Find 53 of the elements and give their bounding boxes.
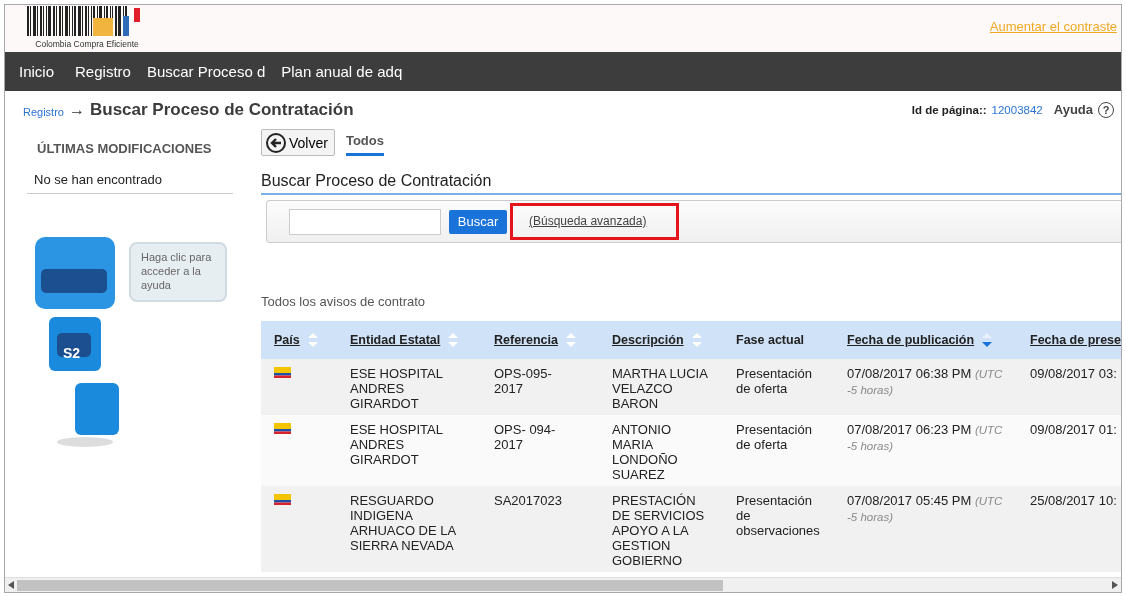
nav-item[interactable]: Inicio <box>19 63 55 80</box>
column-header[interactable]: Referencia <box>494 332 558 347</box>
flag-icon <box>274 367 291 378</box>
horizontal-scrollbar[interactable] <box>5 577 1121 592</box>
mascot-label: S2 <box>63 345 81 361</box>
table-cell: Presentación de oferta <box>736 422 812 452</box>
breadcrumb-arrow: → <box>68 100 85 119</box>
table-cell: 07/08/2017 05:45 PM (UTC -5 horas) <box>847 493 1003 524</box>
section-title: Buscar Proceso de Contratación <box>261 172 1121 195</box>
search-button[interactable]: Buscar <box>449 209 507 234</box>
page-id-label: Id de página:: <box>911 103 987 116</box>
list-title: Todos los avisos de contrato <box>261 294 427 309</box>
page-id-value: 12003842 <box>991 103 1043 116</box>
table-cell: MARTHA LUCIA VELAZCO BARON <box>612 366 708 411</box>
sort-icon[interactable] <box>982 333 993 348</box>
nav-item[interactable]: Buscar Proceso d <box>146 63 266 80</box>
table-cell: RESGUARDO INDIGENA ARHUACO DE LA SIERRA NEVADA <box>350 493 456 553</box>
speech-bubble[interactable]: Haga clic para acceder a la ayuda <box>129 242 227 302</box>
nav-item[interactable]: Plan anual de adq <box>281 63 403 80</box>
table-cell: ANTONIO MARIA LONDOÑO SUAREZ <box>612 422 678 482</box>
back-button[interactable]: Volver <box>261 129 335 156</box>
flag-icon <box>274 494 291 505</box>
column-header: Fase actual <box>736 333 805 347</box>
table-cell: 09/08/2017 01: <box>1030 422 1117 437</box>
scroll-thumb[interactable] <box>17 579 723 591</box>
column-header: Fecha de prese <box>1030 333 1121 347</box>
table-cell: 07/08/2017 06:38 PM (UTC -5 horas) <box>847 366 1003 397</box>
page-title: Buscar Proceso de Contratación <box>89 99 354 120</box>
logo-text: Colombia Compra Eficiente <box>35 39 139 49</box>
table-cell: Presentación de oferta <box>736 366 812 396</box>
breadcrumb-link[interactable]: Registro <box>23 105 64 118</box>
help-link[interactable]: Ayuda <box>1053 102 1093 117</box>
search-field[interactable] <box>289 208 441 235</box>
table-cell: 09/08/2017 03: <box>1030 366 1117 381</box>
table-cell: OPS- 094-2017 <box>494 422 556 452</box>
table-cell: 25/08/2017 10: <box>1030 493 1117 508</box>
table-cell: PRESTACIÓN DE SERVICIOS APOYO A LA GESTION GOBIERNO <box>612 493 705 568</box>
advanced-search-link[interactable]: (Búsqueda avanzada) <box>529 214 647 228</box>
table-cell: ESE HOSPITAL ANDRES GIRARDOT <box>350 366 443 411</box>
column-header[interactable]: Entidad Estatal <box>350 332 441 347</box>
table-cell: 07/08/2017 06:23 PM (UTC -5 horas) <box>847 422 1003 453</box>
empty-message: No se han encontrado <box>27 156 233 194</box>
column-header[interactable]: Descripción <box>612 332 684 347</box>
table-cell: Presentación de observaciones <box>736 493 820 538</box>
table-cell: ESE HOSPITAL ANDRES GIRARDOT <box>350 422 443 467</box>
flag-icon <box>274 423 291 434</box>
tab[interactable]: Todos <box>345 133 384 156</box>
sidebar-title: ÚLTIMAS MODIFICACIONES <box>36 140 213 156</box>
table-cell: SA2017023 <box>494 493 562 508</box>
column-header[interactable]: País <box>274 332 300 347</box>
column-header[interactable]: Fecha de publicación <box>847 332 975 347</box>
nav-item[interactable]: Registro <box>75 63 131 80</box>
table-cell: OPS-095-2017 <box>494 366 552 396</box>
